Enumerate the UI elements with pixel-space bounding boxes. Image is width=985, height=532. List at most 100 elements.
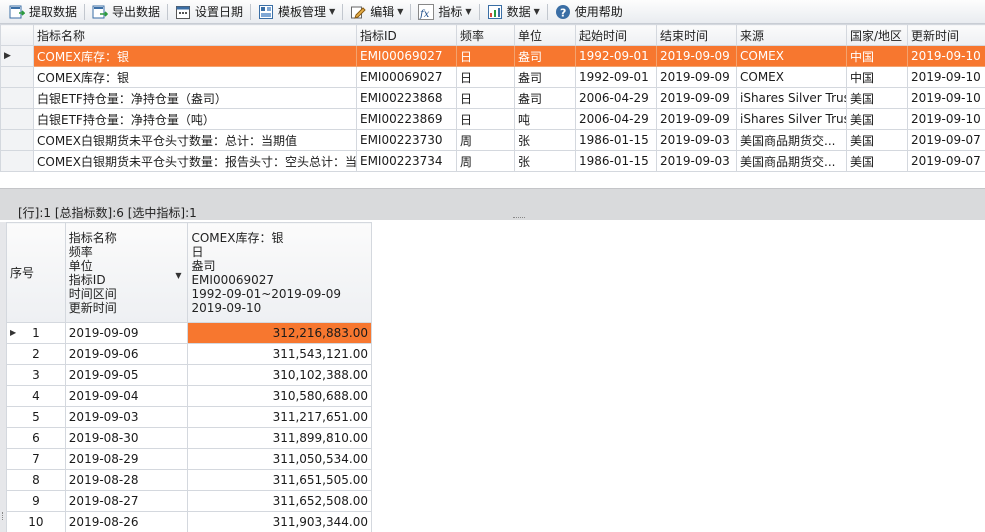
column-header[interactable]: 来源 (736, 24, 847, 46)
table-cell[interactable]: 白银ETF持仓量：净持仓量（盎司） (33, 87, 357, 109)
date-cell[interactable]: 2019-08-28 (64, 469, 189, 491)
table-row[interactable]: COMEX库存：银 EMI00069027 日盎司 1992-09-01 2019-09… (0, 66, 985, 88)
table-cell[interactable]: 美国商品期货交... (736, 129, 847, 151)
table-cell[interactable]: 美国 (846, 129, 908, 151)
table-row[interactable]: ▶ 1 2019-09-09 312,216,883.00 (6, 322, 372, 344)
table-row[interactable]: 5 2019-09-03 311,217,651.00 (6, 406, 372, 428)
column-header[interactable]: 指标名称 (33, 24, 357, 46)
table-cell[interactable]: EMI00223730 (356, 129, 457, 151)
row-seq[interactable]: ▶ 1 (6, 322, 66, 344)
table-cell[interactable]: 2019-09-09 (656, 87, 737, 109)
table-cell[interactable]: iShares Silver Trust (736, 108, 847, 130)
table-cell[interactable]: COMEX库存：银 (33, 66, 357, 88)
column-header[interactable]: 更新时间 (907, 24, 985, 46)
table-cell[interactable]: 1986-01-15 (575, 150, 657, 172)
table-cell[interactable]: 美国 (846, 87, 908, 109)
value-cell[interactable]: 311,543,121.00 (187, 343, 372, 365)
toolbar-button-help[interactable]: ? 使用帮助 (550, 1, 628, 23)
table-cell[interactable]: 盎司 (514, 66, 576, 88)
table-row[interactable]: 3 2019-09-05 310,102,388.00 (6, 364, 372, 386)
table-cell[interactable]: 吨 (514, 108, 576, 130)
table-cell[interactable]: 1992-09-01 (575, 66, 657, 88)
table-cell[interactable]: EMI00069027 (356, 66, 457, 88)
table-cell[interactable]: EMI00223869 (356, 108, 457, 130)
date-cell[interactable]: 2019-08-29 (64, 448, 189, 470)
table-row[interactable]: COMEX白银期货未平仓头寸数量：报告头寸：空头总计：当 EMI00223734 周… (0, 150, 985, 172)
table-cell[interactable]: EMI00069027 (356, 45, 457, 67)
table-cell[interactable]: 美国商品期货交... (736, 150, 847, 172)
value-cell[interactable]: 311,652,508.00 (187, 490, 372, 512)
table-cell[interactable]: 2019-09-07 (907, 150, 985, 172)
toolbar-button-edit[interactable]: 编辑 ▼ (345, 1, 408, 23)
table-row[interactable]: COMEX白银期货未平仓头寸数量：总计：当期值 EMI00223730 周张 1986… (0, 129, 985, 151)
table-row[interactable]: 4 2019-09-04 310,580,688.00 (6, 385, 372, 407)
date-cell[interactable]: 2019-09-04 (64, 385, 189, 407)
table-cell[interactable]: EMI00223868 (356, 87, 457, 109)
table-cell[interactable]: COMEX库存：银 (33, 45, 357, 67)
table-cell[interactable]: 2019-09-09 (656, 66, 737, 88)
date-cell[interactable]: 2019-08-30 (64, 427, 189, 449)
row-indicator[interactable] (0, 87, 34, 109)
table-cell[interactable]: 张 (514, 129, 576, 151)
table-row[interactable]: 10 2019-08-26 311,903,344.00 (6, 511, 372, 532)
row-indicator[interactable] (0, 129, 34, 151)
table-cell[interactable]: COMEX (736, 45, 847, 67)
table-cell[interactable]: 日 (456, 66, 515, 88)
row-seq[interactable]: 5 (6, 406, 66, 428)
row-seq[interactable]: 4 (6, 385, 66, 407)
value-cell[interactable]: 310,102,388.00 (187, 364, 372, 386)
column-header[interactable]: 国家/地区 (846, 24, 908, 46)
toolbar-button-template[interactable]: 模板管理 ▼ (253, 1, 340, 23)
table-cell[interactable]: 2006-04-29 (575, 108, 657, 130)
table-cell[interactable]: 日 (456, 87, 515, 109)
table-row[interactable]: 8 2019-08-28 311,651,505.00 (6, 469, 372, 491)
splitter-grip[interactable] (513, 217, 525, 220)
row-indicator[interactable] (0, 66, 34, 88)
chevron-down-icon[interactable]: ▼ (175, 269, 181, 283)
table-row[interactable]: 6 2019-08-30 311,899,810.00 (6, 427, 372, 449)
toolbar-button-fx[interactable]: fx 指标 ▼ (413, 1, 476, 23)
table-cell[interactable]: 盎司 (514, 87, 576, 109)
date-cell[interactable]: 2019-09-03 (64, 406, 189, 428)
table-cell[interactable]: 周 (456, 129, 515, 151)
row-seq[interactable]: 6 (6, 427, 66, 449)
table-cell[interactable]: 2019-09-09 (656, 45, 737, 67)
value-cell[interactable]: 311,217,651.00 (187, 406, 372, 428)
table-cell[interactable]: 中国 (846, 66, 908, 88)
table-cell[interactable]: 美国 (846, 108, 908, 130)
table-cell[interactable]: 1986-01-15 (575, 129, 657, 151)
toolbar-button-data[interactable]: 数据 ▼ (482, 1, 545, 23)
table-cell[interactable]: 1992-09-01 (575, 45, 657, 67)
table-cell[interactable]: 2019-09-07 (907, 129, 985, 151)
date-cell[interactable]: 2019-09-06 (64, 343, 189, 365)
table-cell[interactable]: 日 (456, 108, 515, 130)
table-cell[interactable]: 周 (456, 150, 515, 172)
table-row[interactable]: ▶ COMEX库存：银 EMI00069027 日盎司 1992-09-01 2019-0… (0, 45, 985, 67)
table-cell[interactable]: EMI00223734 (356, 150, 457, 172)
row-seq[interactable]: 7 (6, 448, 66, 470)
column-header[interactable]: 结束时间 (656, 24, 737, 46)
table-cell[interactable]: 日 (456, 45, 515, 67)
table-row[interactable]: 2 2019-09-06 311,543,121.00 (6, 343, 372, 365)
table-cell[interactable]: 2019-09-10 (907, 45, 985, 67)
toolbar-button-extract-data[interactable]: 提取数据 (4, 1, 82, 23)
value-cell[interactable]: 311,050,534.00 (187, 448, 372, 470)
value-cell[interactable]: 311,899,810.00 (187, 427, 372, 449)
row-seq[interactable]: 3 (6, 364, 66, 386)
column-header[interactable]: 频率 (456, 24, 515, 46)
table-cell[interactable]: 2019-09-09 (656, 108, 737, 130)
table-cell[interactable]: 2019-09-03 (656, 129, 737, 151)
table-cell[interactable]: 2019-09-03 (656, 150, 737, 172)
date-cell[interactable]: 2019-09-09 (64, 322, 189, 344)
column-header[interactable]: 单位 (514, 24, 576, 46)
table-cell[interactable]: 2019-09-10 (907, 87, 985, 109)
value-cell[interactable]: 312,216,883.00 (187, 322, 372, 344)
column-header[interactable]: 起始时间 (575, 24, 657, 46)
table-cell[interactable]: 2019-09-10 (907, 66, 985, 88)
row-seq[interactable]: 9 (6, 490, 66, 512)
table-cell[interactable]: 中国 (846, 45, 908, 67)
table-cell[interactable]: COMEX (736, 66, 847, 88)
meta-labels-header[interactable]: 指标名称 频率 单位 指标ID 时间区间 更新时间 ▼ (64, 222, 189, 323)
table-cell[interactable]: 白银ETF持仓量：净持仓量（吨） (33, 108, 357, 130)
seq-header[interactable]: 序号 (6, 222, 66, 323)
